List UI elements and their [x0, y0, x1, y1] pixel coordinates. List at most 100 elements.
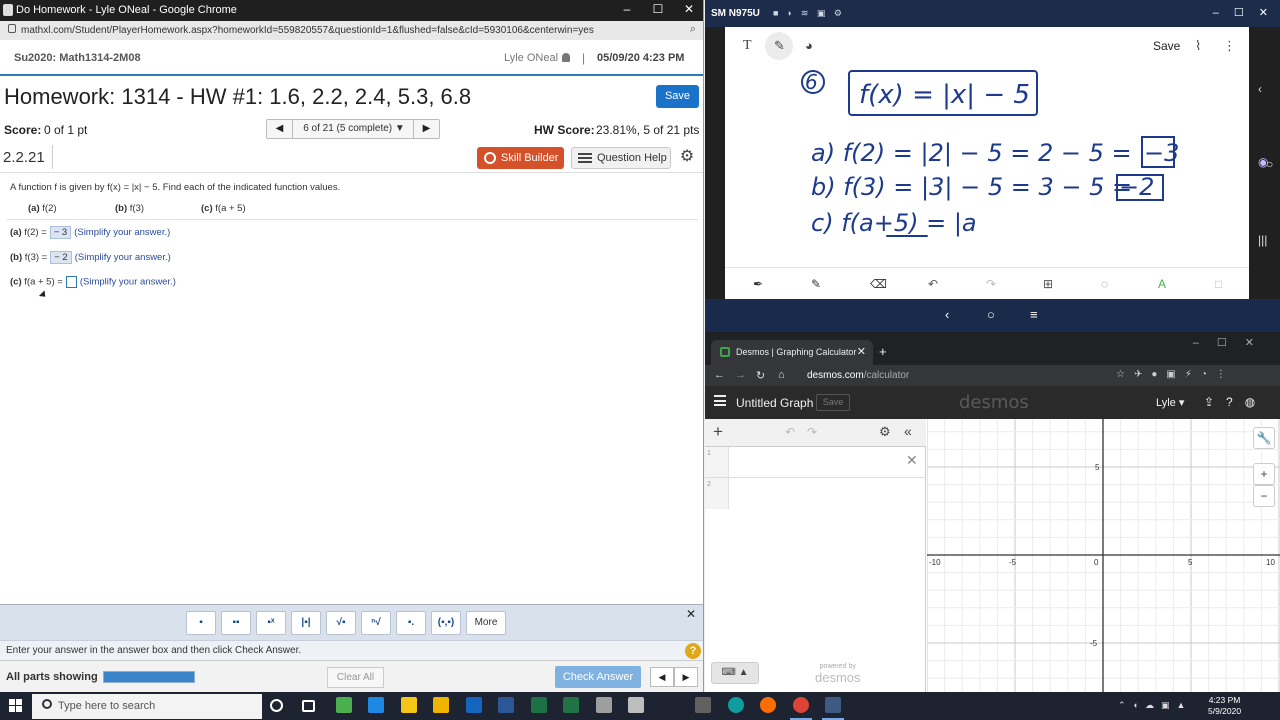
task-view-icon[interactable]: [302, 700, 315, 712]
wrench-icon[interactable]: 🔧: [1253, 427, 1275, 449]
system-tray-icons[interactable]: ⌃◖☁▣▲: [1118, 700, 1192, 711]
sqrt-tool-icon[interactable]: √▪: [326, 611, 356, 635]
chrome-icon[interactable]: [793, 697, 809, 713]
shape-icon[interactable]: □: [1215, 277, 1222, 291]
windows-start-icon[interactable]: [9, 699, 23, 713]
close-icon[interactable]: ✕: [686, 607, 696, 621]
keypad-toggle-button[interactable]: ⌨ ▲: [711, 662, 759, 684]
check-answer-button[interactable]: Check Answer: [555, 666, 641, 688]
reload-icon[interactable]: ↻: [756, 369, 765, 382]
back-icon[interactable]: ←: [714, 369, 725, 381]
excel-file-icon[interactable]: [563, 697, 579, 713]
highlighter-icon[interactable]: A: [1158, 277, 1166, 291]
app-icon[interactable]: [596, 697, 612, 713]
zoom-out-icon[interactable]: −: [1253, 485, 1275, 507]
fountain-pen-icon[interactable]: ✒: [753, 277, 763, 291]
zoom-in-icon[interactable]: +: [1253, 463, 1275, 485]
undo-redo-icons[interactable]: ↶↷: [785, 425, 829, 439]
pen-tool-icon[interactable]: ✎: [774, 38, 785, 54]
previous-question-button[interactable]: ◀: [650, 667, 674, 687]
edge-icon[interactable]: [728, 697, 744, 713]
url-text[interactable]: mathxl.com/Student/PlayerHomework.aspx?h…: [21, 25, 594, 36]
window-controls[interactable]: –☐✕: [1193, 336, 1272, 349]
desmos-tab[interactable]: Desmos | Graphing Calculator ✕: [711, 340, 873, 365]
back-icon[interactable]: ‹: [945, 307, 949, 322]
attach-icon[interactable]: ⌇: [1195, 38, 1201, 54]
phone-link-icon[interactable]: [695, 697, 711, 713]
zoom-icon[interactable]: ⌕: [690, 23, 696, 36]
delete-expression-icon[interactable]: ✕: [906, 452, 918, 469]
hamburger-menu-icon[interactable]: [714, 395, 726, 406]
previous-question-button[interactable]: ◀: [267, 120, 293, 138]
answer-box-b[interactable]: − 2: [50, 251, 72, 264]
file-explorer-icon[interactable]: [401, 697, 417, 713]
nth-root-tool-icon[interactable]: ⁿ√: [361, 611, 391, 635]
more-options-icon[interactable]: ⋮: [1223, 38, 1236, 54]
menu-icon[interactable]: ≡: [1030, 307, 1038, 322]
close-button[interactable]: ✕: [674, 2, 703, 16]
add-item-icon[interactable]: +: [713, 422, 723, 442]
address-bar[interactable]: mathxl.com/Student/PlayerHomework.aspx?h…: [0, 21, 703, 40]
desmos-save-button[interactable]: Save: [816, 394, 850, 411]
text-tool-icon[interactable]: T: [743, 38, 752, 54]
desmos-user-menu[interactable]: Lyle ▾: [1156, 396, 1184, 409]
palette-icon[interactable]: ◕: [805, 38, 813, 53]
answer-box-a[interactable]: − 3: [49, 226, 72, 239]
graph-paper[interactable]: -10 -5 0 5 10 5 -5 🔧 + −: [927, 419, 1280, 692]
pencil-icon[interactable]: ✎: [811, 277, 821, 291]
taskbar-clock[interactable]: 4:23 PM 5/9/2020: [1208, 695, 1241, 717]
answer-box-c[interactable]: [65, 276, 77, 288]
graph-grid[interactable]: -10 -5 0 5 10 5 -5: [927, 419, 1280, 692]
absolute-value-tool-icon[interactable]: |▪|: [291, 611, 321, 635]
calculator-icon[interactable]: [628, 697, 644, 713]
word-icon[interactable]: [498, 697, 514, 713]
recents-icon[interactable]: |||: [1258, 233, 1267, 247]
next-question-button[interactable]: ▶: [674, 667, 698, 687]
fraction-tool-icon[interactable]: ▪: [186, 611, 216, 635]
exponent-tool-icon[interactable]: ▪ˣ: [256, 611, 286, 635]
home-icon[interactable]: ⌂: [778, 369, 785, 381]
help-icon[interactable]: ?: [685, 643, 701, 659]
settings-gear-icon[interactable]: ⚙: [678, 148, 696, 166]
app-icon[interactable]: [336, 697, 352, 713]
app-icon[interactable]: [825, 697, 841, 713]
note-save-button[interactable]: Save: [1153, 39, 1180, 53]
firefox-icon[interactable]: [760, 697, 776, 713]
mail-icon[interactable]: [368, 697, 384, 713]
interval-tool-icon[interactable]: (▪,▪): [431, 611, 461, 635]
excel-icon[interactable]: [531, 697, 547, 713]
maximize-button[interactable]: ☐: [643, 2, 673, 16]
question-help-button[interactable]: Question Help: [571, 147, 671, 169]
question-select[interactable]: 6 of 21 (5 complete) ▼: [293, 120, 415, 138]
save-button[interactable]: Save: [656, 85, 699, 108]
expression-row[interactable]: 1: [705, 447, 926, 478]
skill-builder-button[interactable]: Skill Builder: [477, 147, 564, 169]
redo-icon[interactable]: ↷: [986, 277, 996, 291]
new-tab-icon[interactable]: +: [879, 344, 887, 359]
decimal-tool-icon[interactable]: ▪.: [396, 611, 426, 635]
cortana-icon[interactable]: [270, 699, 283, 712]
expression-row[interactable]: 2: [705, 478, 926, 509]
forward-icon[interactable]: →: [735, 369, 746, 381]
settings-gear-icon[interactable]: ⚙: [879, 424, 891, 440]
notes-icon[interactable]: [433, 697, 449, 713]
graph-title[interactable]: Untitled Graph: [736, 396, 813, 410]
collapse-icon[interactable]: ‹: [1258, 82, 1262, 96]
close-tab-icon[interactable]: ✕: [857, 345, 866, 358]
minimize-button[interactable]: –: [612, 2, 642, 16]
eraser-icon[interactable]: ⌫: [870, 277, 887, 291]
mixed-number-tool-icon[interactable]: ▪▪: [221, 611, 251, 635]
extension-icons[interactable]: ☆✈●▣⚡◔⋮: [1116, 369, 1235, 380]
undo-icon[interactable]: ↶: [928, 277, 938, 291]
home-icon[interactable]: ○: [1266, 157, 1273, 171]
taskbar-search[interactable]: Type here to search: [32, 694, 262, 719]
lasso-icon[interactable]: ◌: [1101, 277, 1108, 291]
next-question-button[interactable]: ▶: [413, 120, 439, 138]
text-convert-icon[interactable]: ⊞: [1043, 277, 1053, 291]
clear-all-button[interactable]: Clear All: [327, 667, 384, 688]
handwriting-canvas[interactable]: 6 f(x) = |x| − 5 a) f(2) = |2| − 5 = 2 −…: [785, 65, 1185, 263]
outlook-icon[interactable]: [466, 697, 482, 713]
more-tools-button[interactable]: More: [466, 611, 506, 635]
home-icon[interactable]: ○: [987, 307, 995, 322]
header-action-icons[interactable]: ⇪?◍: [1204, 395, 1267, 409]
